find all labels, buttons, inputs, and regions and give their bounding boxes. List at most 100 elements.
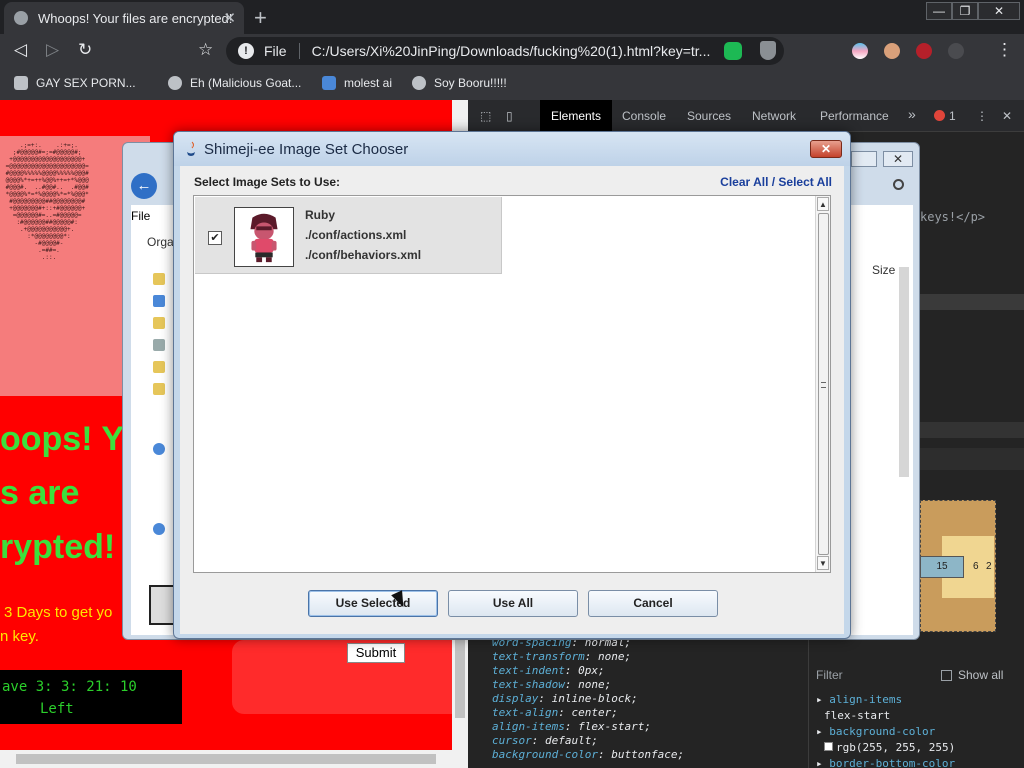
cancel-button[interactable]: Cancel xyxy=(588,590,718,617)
ruby-character-thumbnail xyxy=(234,207,294,267)
forward-button[interactable]: ▷ xyxy=(46,40,59,60)
box-model-value: 2 xyxy=(986,561,992,572)
tab-network[interactable]: Network xyxy=(752,109,796,123)
globe-icon xyxy=(14,11,28,25)
box-model-value: 6 xyxy=(973,561,979,572)
window-close-button[interactable]: ✕ xyxy=(978,2,1020,20)
new-tab-button[interactable]: + xyxy=(254,5,267,31)
bookmark-star-icon[interactable]: ☆ xyxy=(198,40,213,60)
network-icon[interactable] xyxy=(153,523,165,535)
css-line[interactable]: text-shadow: none; xyxy=(492,678,684,692)
devtools-menu-icon[interactable]: ⋮ xyxy=(976,109,988,123)
avatar-extension-icon[interactable] xyxy=(884,43,900,59)
submit-button[interactable]: Submit xyxy=(347,643,405,663)
info-icon[interactable]: ! xyxy=(238,43,254,59)
select-all-link[interactable]: Select All xyxy=(778,175,832,189)
dom-line[interactable]: keys!</p> xyxy=(920,210,985,224)
error-count: 1 xyxy=(949,109,956,123)
computed-prop[interactable]: ▸ background-color xyxy=(816,724,955,740)
color-swatch-icon[interactable] xyxy=(824,742,833,751)
window-maximize-button[interactable]: ❐ xyxy=(952,2,978,20)
error-icon[interactable] xyxy=(934,110,945,121)
tab-performance[interactable]: Performance xyxy=(820,109,889,123)
computed-prop[interactable]: ▸ align-items xyxy=(816,692,955,708)
tab-elements[interactable]: Elements xyxy=(540,100,612,132)
folder-icon[interactable] xyxy=(153,383,165,395)
scroll-down-arrow-icon[interactable]: ▼ xyxy=(817,556,829,570)
list-vertical-scrollbar[interactable]: ▲ ▼ xyxy=(815,196,830,572)
clear-all-link[interactable]: Clear All xyxy=(720,175,768,189)
devtools-close-icon[interactable]: ✕ xyxy=(1002,109,1012,123)
folder-icon[interactable] xyxy=(153,295,165,307)
image-set-actions-path: ./conf/actions.xml xyxy=(305,228,407,242)
tab-close-icon[interactable]: ✕ xyxy=(223,9,236,27)
explorer-file-menu[interactable]: File xyxy=(131,209,150,223)
folder-icon[interactable] xyxy=(153,317,165,329)
computed-prop[interactable]: ▸ border-bottom-color xyxy=(816,756,955,768)
link-separator: / xyxy=(768,175,779,189)
reload-button[interactable]: ↻ xyxy=(78,40,92,60)
shield-extension-icon[interactable] xyxy=(760,41,776,60)
bookmark-item[interactable]: Eh (Malicious Goat... xyxy=(168,76,301,90)
bookmark-favicon-icon xyxy=(14,76,28,90)
flag-extension-icon[interactable] xyxy=(852,43,868,59)
back-arrow-icon[interactable]: ← xyxy=(131,173,157,199)
tab-console[interactable]: Console xyxy=(622,109,666,123)
css-line[interactable]: text-align: center; xyxy=(492,706,684,720)
image-set-item-ruby[interactable]: ✔ Ruby ./conf/actions.xml ./conf/behavio… xyxy=(195,197,502,274)
window-minimize-button[interactable]: — xyxy=(926,2,952,20)
tab-sources[interactable]: Sources xyxy=(687,109,731,123)
back-button[interactable]: ◁ xyxy=(14,40,27,60)
page-hscroll-thumb[interactable] xyxy=(16,754,436,764)
ublock-extension-icon[interactable] xyxy=(916,43,932,59)
network-icon[interactable] xyxy=(153,443,165,455)
search-icon[interactable] xyxy=(893,179,904,190)
explorer-maximize-button[interactable] xyxy=(851,151,877,167)
more-tabs-icon[interactable]: » xyxy=(908,106,916,122)
scheme-chip: File xyxy=(264,43,300,59)
chrome-menu-icon[interactable]: ⋮ xyxy=(996,40,1013,60)
css-line[interactable]: text-indent: 0px; xyxy=(492,664,684,678)
computed-filter-input[interactable]: Filter xyxy=(816,668,843,682)
extension-icon[interactable] xyxy=(948,43,964,59)
explorer-close-button[interactable]: ✕ xyxy=(883,151,913,167)
bookmarks-bar: GAY SEX PORN... Eh (Malicious Goat... mo… xyxy=(0,68,1024,100)
java-icon xyxy=(187,141,195,156)
size-column-header[interactable]: Size xyxy=(872,263,895,277)
select-image-sets-label: Select Image Sets to Use: xyxy=(194,175,341,189)
browser-tab[interactable]: Whoops! Your files are encrypted! ✕ xyxy=(4,2,244,34)
list-scroll-thumb[interactable] xyxy=(818,213,829,555)
bookmark-item[interactable]: molest ai xyxy=(322,76,392,90)
folder-icon[interactable] xyxy=(153,273,165,285)
scroll-up-arrow-icon[interactable]: ▲ xyxy=(817,197,829,211)
use-all-button[interactable]: Use All xyxy=(448,590,578,617)
dialog-close-button[interactable]: ✕ xyxy=(810,140,842,158)
css-line[interactable]: cursor: default; xyxy=(492,734,684,748)
dialog-title-bar[interactable]: Shimeji-ee Image Set Chooser ✕ xyxy=(174,132,850,166)
computer-icon[interactable] xyxy=(149,585,175,625)
address-bar[interactable]: ! File C:/Users/Xi%20JinPing/Downloads/f… xyxy=(226,37,784,65)
image-set-checkbox[interactable]: ✔ xyxy=(208,231,222,245)
timer-left-label: Left xyxy=(40,701,74,717)
extension-green-icon[interactable] xyxy=(724,42,742,60)
folder-icon[interactable] xyxy=(153,339,165,351)
url-text[interactable]: C:/Users/Xi%20JinPing/Downloads/fucking%… xyxy=(312,43,732,59)
explorer-scrollbar[interactable] xyxy=(899,267,909,477)
folder-icon[interactable] xyxy=(153,361,165,373)
bookmark-item[interactable]: Soy Booru!!!!! xyxy=(412,76,507,90)
show-all-checkbox[interactable] xyxy=(941,670,952,681)
headline-text: rypted! xyxy=(0,528,116,566)
css-line[interactable]: text-transform: none; xyxy=(492,650,684,664)
css-line[interactable]: display: inline-block; xyxy=(492,692,684,706)
browser-tab-bar: Whoops! Your files are encrypted! ✕ + — … xyxy=(0,0,1024,34)
inspect-icon[interactable]: ⬚ xyxy=(480,109,491,123)
headline-text: oops! Yo xyxy=(0,420,143,458)
shimeji-image-set-chooser-dialog: Shimeji-ee Image Set Chooser ✕ Select Im… xyxy=(173,131,851,639)
css-line[interactable]: background-color: buttonface; xyxy=(492,748,684,762)
explorer-organize-button[interactable]: Orga xyxy=(147,235,174,249)
countdown-timer: ave 3: 3: 21: 10 Left xyxy=(0,670,182,724)
device-toggle-icon[interactable]: ▯ xyxy=(506,109,513,123)
css-line[interactable]: align-items: flex-start; xyxy=(492,720,684,734)
bookmark-item[interactable]: GAY SEX PORN... xyxy=(14,76,136,90)
use-selected-button[interactable]: Use Selected xyxy=(308,590,438,617)
